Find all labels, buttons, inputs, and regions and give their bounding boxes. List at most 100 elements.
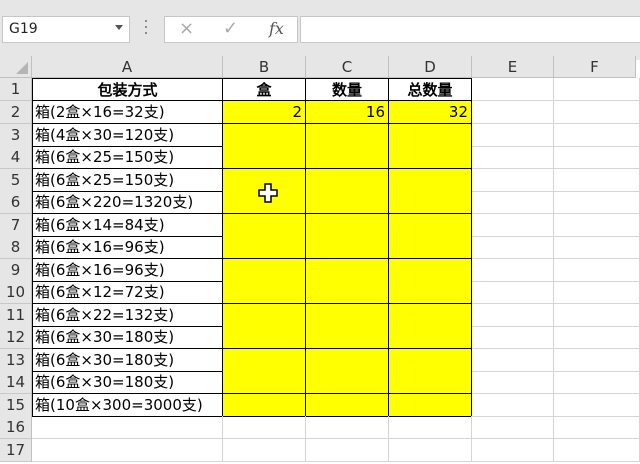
cell-a5[interactable]: 箱(6盒×25=150支) [32,169,223,192]
cell-c5[interactable] [306,169,389,192]
cell-f6[interactable] [554,191,640,214]
cell-d9[interactable] [389,259,472,282]
cell-d14[interactable] [389,371,472,394]
cell-c12[interactable] [306,326,389,349]
column-header-f[interactable]: F [554,56,636,78]
cell-e3[interactable] [472,124,554,147]
cell-e1[interactable] [472,78,554,101]
cell-c15[interactable] [306,394,389,417]
cell-b3[interactable] [223,124,306,147]
cell-c16[interactable] [306,416,389,439]
cell-d15[interactable] [389,394,472,417]
cell-a11[interactable]: 箱(6盒×22=132支) [32,304,223,327]
enter-icon[interactable]: ✓ [223,18,238,39]
cell-a13[interactable]: 箱(6盒×30=180支) [32,349,223,372]
cell-e2[interactable] [472,101,554,124]
cell-f15[interactable] [554,394,640,417]
row-header[interactable]: 4 [0,146,32,169]
cell-e16[interactable] [472,416,554,439]
cell-a2[interactable]: 箱(2盒×16=32支) [32,101,223,124]
cell-e7[interactable] [472,214,554,237]
cell-f8[interactable] [554,236,640,259]
cell-e15[interactable] [472,394,554,417]
cell-c11[interactable] [306,304,389,327]
cell-f16[interactable] [554,416,640,439]
cell-e10[interactable] [472,281,554,304]
cell-f2[interactable] [554,101,640,124]
cell-b12[interactable] [223,326,306,349]
cell-d7[interactable] [389,214,472,237]
cell-c14[interactable] [306,371,389,394]
cell-e6[interactable] [472,191,554,214]
cell-c6[interactable] [306,191,389,214]
cell-b8[interactable] [223,236,306,259]
row-header[interactable]: 2 [0,101,32,124]
column-header-a[interactable]: A [32,56,223,78]
cell-d12[interactable] [389,326,472,349]
cell-c1[interactable]: 数量 [306,78,389,101]
row-header[interactable]: 14 [0,371,32,394]
cell-a4[interactable]: 箱(6盒×25=150支) [32,146,223,169]
cell-c3[interactable] [306,124,389,147]
cell-f3[interactable] [554,124,640,147]
cell-a12[interactable]: 箱(6盒×30=180支) [32,326,223,349]
cell-a7[interactable]: 箱(6盒×14=84支) [32,214,223,237]
cell-c10[interactable] [306,281,389,304]
column-header-b[interactable]: B [223,56,306,78]
cell-d2[interactable]: 32 [389,101,472,124]
cell-e12[interactable] [472,326,554,349]
row-header[interactable]: 7 [0,214,32,237]
cell-b13[interactable] [223,349,306,372]
cell-b7[interactable] [223,214,306,237]
cell-f10[interactable] [554,281,640,304]
column-header-d[interactable]: D [389,56,472,78]
row-header[interactable]: 8 [0,236,32,259]
column-header-c[interactable]: C [306,56,389,78]
insert-function-icon[interactable]: fx [269,19,284,38]
cell-e17[interactable] [472,439,554,462]
cell-d17[interactable] [389,439,472,462]
row-header[interactable]: 6 [0,191,32,214]
cell-b11[interactable] [223,304,306,327]
row-header[interactable]: 17 [0,439,32,462]
row-header[interactable]: 16 [0,416,32,439]
cell-f11[interactable] [554,304,640,327]
row-header[interactable]: 12 [0,326,32,349]
row-header[interactable]: 10 [0,281,32,304]
cell-a3[interactable]: 箱(4盒×30=120支) [32,124,223,147]
cell-f12[interactable] [554,326,640,349]
cell-f13[interactable] [554,349,640,372]
cell-e13[interactable] [472,349,554,372]
cell-b4[interactable] [223,146,306,169]
cell-c17[interactable] [306,439,389,462]
cell-d10[interactable] [389,281,472,304]
cell-c4[interactable] [306,146,389,169]
cell-c13[interactable] [306,349,389,372]
cell-a6[interactable]: 箱(6盒×220=1320支) [32,191,223,214]
row-header[interactable]: 15 [0,394,32,417]
cell-f14[interactable] [554,371,640,394]
cell-f9[interactable] [554,259,640,282]
formula-input[interactable] [300,16,640,43]
cell-d4[interactable] [389,146,472,169]
cell-a16[interactable] [32,416,223,439]
cell-a10[interactable]: 箱(6盒×12=72支) [32,281,223,304]
cell-b15[interactable] [223,394,306,417]
cell-b9[interactable] [223,259,306,282]
chevron-down-icon[interactable] [115,25,123,30]
cell-a8[interactable]: 箱(6盒×16=96支) [32,236,223,259]
cell-f7[interactable] [554,214,640,237]
cell-a1[interactable]: 包装方式 [32,78,223,101]
select-all-button[interactable] [0,56,32,78]
row-header[interactable]: 3 [0,124,32,147]
cell-d6[interactable] [389,191,472,214]
cell-b2[interactable]: 2 [223,101,306,124]
cell-d1[interactable]: 总数量 [389,78,472,101]
cell-a15[interactable]: 箱(10盒×300=3000支) [32,394,223,417]
cell-e4[interactable] [472,146,554,169]
row-header[interactable]: 1 [0,78,32,101]
cell-f4[interactable] [554,146,640,169]
cell-b16[interactable] [223,416,306,439]
cell-d16[interactable] [389,416,472,439]
cell-b1[interactable]: 盒 [223,78,306,101]
